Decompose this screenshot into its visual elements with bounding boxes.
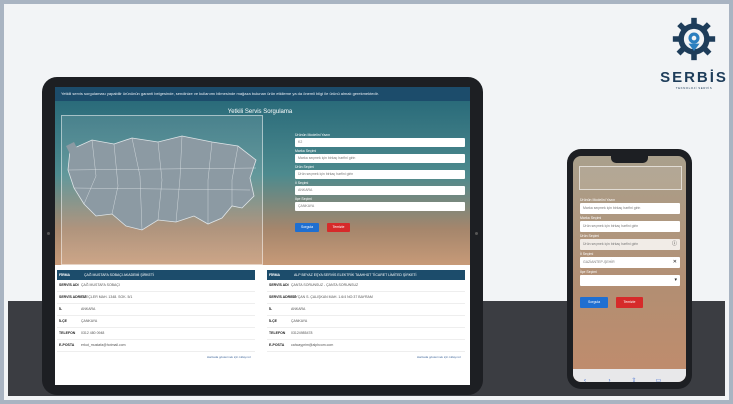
brand-select[interactable]: Marka seçmek için birkaç harfini girin: [295, 154, 465, 163]
browser-toolbar: ‹ › ⇧ ▭ ⧉: [573, 369, 686, 382]
phone-map[interactable]: [579, 166, 682, 190]
result-header-key: FİRMA: [59, 273, 71, 277]
phone-screen: Ürünün Modelini Yazın Marka seçmek için …: [573, 156, 686, 382]
row-key: SERVİS ADRESİ: [59, 295, 86, 299]
row-key: SERVİS ADI: [269, 283, 289, 287]
search-button[interactable]: Sorgula: [580, 297, 609, 308]
row-key: E-POSTA: [59, 343, 75, 347]
info-banner: Yetkili servis sorgulaması yapabilir ürü…: [55, 87, 470, 101]
info-icon[interactable]: ⓘ: [672, 239, 677, 250]
back-icon[interactable]: ‹: [577, 375, 593, 382]
result-card: FİRMA ALP BEYAZ EŞYA SERVİS ELEKTRİK TAA…: [267, 270, 465, 382]
result-row: İL ANKARA: [57, 304, 255, 316]
row-value: ÇANKAYA: [81, 319, 98, 323]
product-select[interactable]: Ürün seçmek için birkaç harfini girin: [295, 170, 465, 179]
city-label: İl Seçimi: [580, 252, 594, 256]
bookmarks-icon[interactable]: ▭: [650, 375, 666, 382]
row-value: ANKARA: [291, 307, 306, 311]
showcase-frame: SERBİS TEKNOLOJİ SERVİS Yetkili servis s…: [0, 0, 733, 404]
forward-icon[interactable]: ›: [601, 375, 617, 382]
result-row: E-POSTA erkut_mustafa@hotmail.com: [57, 340, 255, 352]
result-company-name: ALP BEYAZ EŞYA SERVİS ELEKTRİK TAAHHÜT T…: [293, 273, 417, 277]
row-value[interactable]: erkut_mustafa@hotmail.com: [81, 343, 126, 347]
city-select[interactable]: ANKARA: [295, 186, 465, 195]
search-hero: Yetkili Servis Sorgulama Ürünün Modelini…: [55, 101, 470, 265]
row-value: ANKARA: [81, 307, 96, 311]
model-label: Ürünün Modelini Yazın: [580, 198, 616, 202]
row-key: TELEFON: [269, 331, 286, 335]
result-card: FİRMA ÇAĞ MUSTAFA SOBAÇI AKADEMİ ŞİRKETİ…: [57, 270, 255, 382]
row-value: ÖVEÇLER MAH. 1348. SOK. 5/1: [81, 295, 133, 299]
district-label: İlçe Seçimi: [580, 270, 597, 274]
result-row: SERVİS ADRESİBAYÇAN S. ÇALIŞKAN MAH. 1.6…: [267, 292, 465, 304]
row-key: İL: [269, 307, 273, 311]
row-value: 03124985478: [291, 331, 313, 335]
city-label: İl Seçimi: [295, 181, 309, 185]
result-company-name: ÇAĞ MUSTAFA SOBAÇI AKADEMİ ŞİRKETİ: [83, 273, 154, 277]
brand-name: SERBİS: [660, 69, 728, 86]
result-row: SERVİS ADI ÇANTA SORUNSUZ - ÇANTA SORUNSU…: [267, 280, 465, 292]
result-row: SERVİS ADRESİÖVEÇLER MAH. 1348. SOK. 5/1: [57, 292, 255, 304]
district-label: İlçe Seçimi: [295, 197, 312, 201]
tablet-screen: Yetkili servis sorgulaması yapabilir ürü…: [55, 87, 470, 385]
row-key: SERVİS ADRESİ: [269, 295, 296, 299]
product-select-value: Ürün seçmek için birkaç harfini girin: [583, 242, 639, 246]
tablet-sensor: [475, 232, 478, 235]
city-select-value: GAZİANTEP-ŞEHİR: [583, 260, 615, 264]
row-value: ÇANKAYA: [291, 319, 308, 323]
row-key: E-POSTA: [269, 343, 285, 347]
clear-selection-icon[interactable]: ✕: [673, 257, 677, 268]
clear-button[interactable]: Temizle: [326, 223, 351, 232]
result-row: E-POSTA cahcayprim@alphcom.com: [267, 340, 465, 352]
city-select[interactable]: GAZİANTEP-ŞEHİR ✕: [580, 257, 680, 268]
district-select[interactable]: ÇANKAYA: [295, 202, 465, 211]
clear-button[interactable]: Temizle: [615, 297, 644, 308]
turkey-map[interactable]: [61, 115, 263, 265]
model-label: Ürünün Modelini Yazın: [295, 133, 331, 137]
gear-logo-icon: [672, 17, 716, 61]
product-label: Ürün Seçimi: [295, 165, 315, 169]
row-value: BAYÇAN S. ÇALIŞKAN MAH. 1.6/4 NO:37 BAYR…: [291, 295, 373, 299]
brand-select[interactable]: Ürün seçmek için birkaç harfini girin: [580, 221, 680, 232]
brand-label: Marka Seçimi: [295, 149, 317, 153]
row-key: İL: [59, 307, 63, 311]
row-key: TELEFON: [59, 331, 76, 335]
result-row: İLÇE ÇANKAYA: [57, 316, 255, 328]
share-icon[interactable]: ⇧: [626, 375, 642, 382]
search-form: Ürünün Modelini Yazın K2 Marka Seçimi Ma…: [295, 131, 465, 233]
phone-device: Ürünün Modelini Yazın Marka seçmek için …: [567, 149, 692, 389]
brand-tagline: TEKNOLOJİ SERVİS: [675, 86, 713, 90]
row-value: 0312 480 0948: [81, 331, 105, 335]
result-row: SERVİS ADI ÇAĞ MUSTAFA SOBAÇI: [57, 280, 255, 292]
phone-notch: [611, 156, 648, 163]
product-select[interactable]: Ürün seçmek için birkaç harfini girin ⓘ: [580, 239, 680, 250]
chevron-down-icon: ▾: [674, 277, 677, 283]
result-row: İLÇE ÇANKAYA: [267, 316, 465, 328]
show-on-map-link[interactable]: Haritada göstermek için tıklayınız: [267, 355, 465, 359]
row-value: ÇANTA SORUNSUZ - ÇANTA SORUNSUZ: [291, 283, 359, 287]
product-label: Ürün Seçimi: [580, 234, 600, 238]
result-header: FİRMA ÇAĞ MUSTAFA SOBAÇI AKADEMİ ŞİRKETİ: [57, 270, 255, 280]
result-header-key: FİRMA: [269, 273, 281, 277]
phone-search-form: Ürünün Modelini Yazın Marka seçmek için …: [580, 196, 680, 308]
result-row: TELEFON 0312 480 0948: [57, 328, 255, 340]
show-on-map-link[interactable]: Haritada göstermek için tıklayınız: [57, 355, 255, 359]
search-button[interactable]: Sorgula: [295, 223, 320, 232]
row-value: ÇAĞ MUSTAFA SOBAÇI: [81, 283, 120, 287]
row-key: İLÇE: [59, 319, 67, 323]
row-value[interactable]: cahcayprim@alphcom.com: [291, 343, 333, 347]
row-key: SERVİS ADI: [59, 283, 79, 287]
result-row: TELEFON 03124985478: [267, 328, 465, 340]
brand-label: Marka Seçimi: [580, 216, 602, 220]
district-select[interactable]: ▾: [580, 275, 680, 286]
tablet-device: Yetkili servis sorgulaması yapabilir ürü…: [42, 77, 483, 395]
model-input[interactable]: Marka seçmek için birkaç harfini girin: [580, 203, 680, 214]
tablet-camera: [47, 232, 50, 235]
brand-logo: SERBİS TEKNOLOJİ SERVİS: [656, 16, 732, 90]
row-key: İLÇE: [269, 319, 277, 323]
result-row: İL ANKARA: [267, 304, 465, 316]
result-header: FİRMA ALP BEYAZ EŞYA SERVİS ELEKTRİK TAA…: [267, 270, 465, 280]
turkey-map-icon: [66, 135, 257, 231]
model-input[interactable]: K2: [295, 138, 465, 147]
